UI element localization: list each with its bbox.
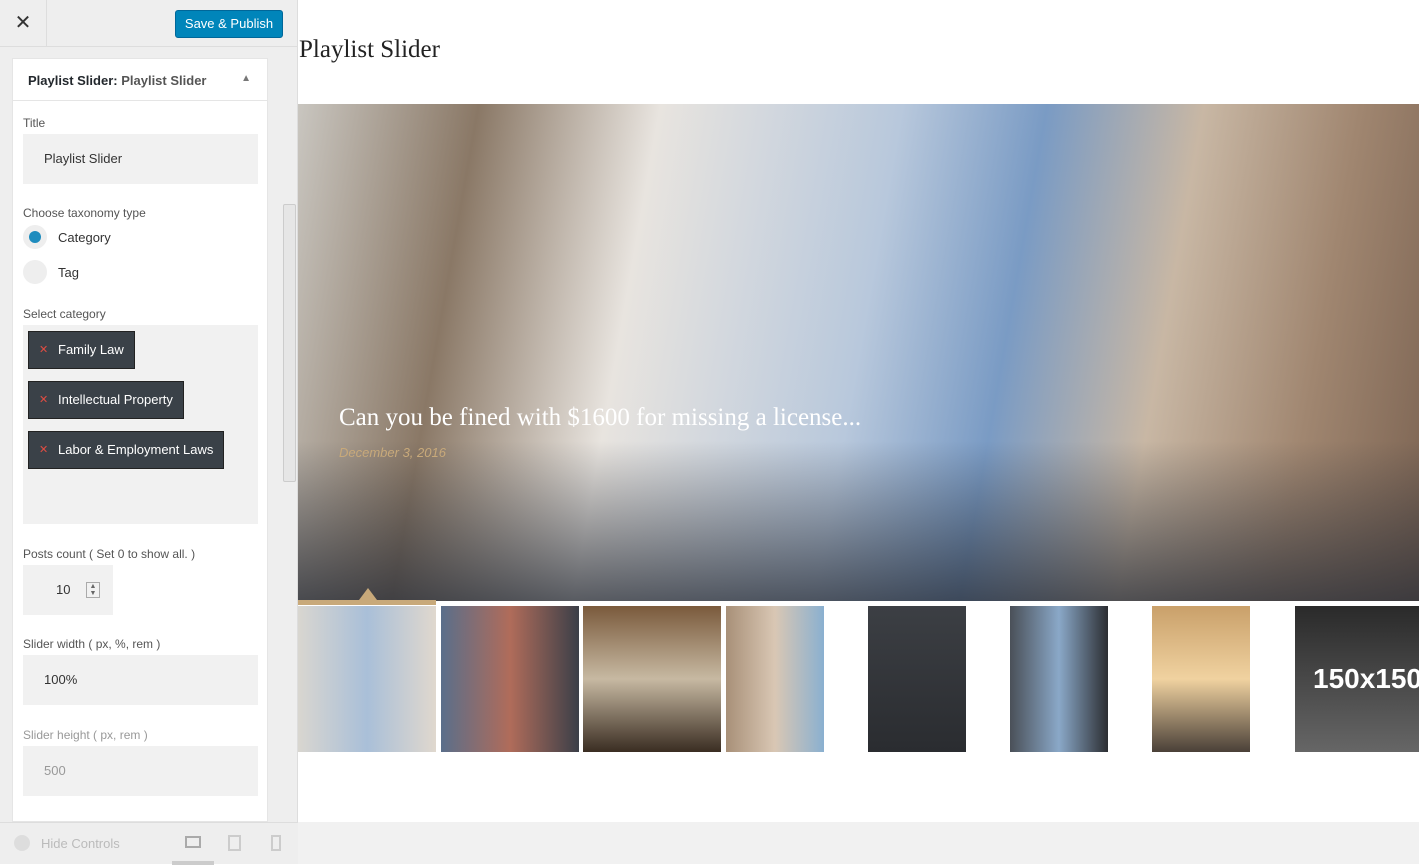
taxonomy-label: Choose taxonomy type [23, 206, 146, 220]
slide-date: December 3, 2016 [339, 445, 446, 460]
thumbnail[interactable] [441, 606, 579, 752]
active-device-indicator [172, 861, 214, 865]
remove-icon[interactable]: ✕ [39, 332, 48, 368]
widget-name: Playlist Slider [121, 73, 207, 88]
scrollbar[interactable] [283, 204, 296, 482]
hide-controls-button[interactable]: Hide Controls [41, 836, 120, 851]
active-thumb-pointer [359, 588, 377, 600]
preview-footer [298, 822, 1419, 864]
posts-count-value: 10 [56, 582, 71, 597]
widget-panel: Playlist Slider: Playlist Slider ▲ Title… [12, 58, 268, 822]
active-thumb-bar [298, 600, 436, 605]
category-tag: ✕ Labor & Employment Laws [28, 431, 225, 469]
radio-category-label: Category [58, 230, 111, 245]
slide-image[interactable] [298, 104, 1419, 601]
site-preview: Playlist Slider Can you be fined with $1… [298, 0, 1419, 864]
spinner-icon[interactable]: ▲ ▼ [86, 582, 100, 598]
thumbnail-placeholder[interactable]: 150x150 [1295, 606, 1419, 752]
customizer-header: ✕ Save & Publish [0, 0, 298, 47]
widget-header[interactable]: Playlist Slider: Playlist Slider ▲ [13, 59, 267, 101]
radio-category[interactable] [23, 225, 47, 249]
posts-count-input[interactable]: 10 ▲ ▼ [23, 565, 113, 615]
remove-icon[interactable]: ✕ [39, 382, 48, 418]
save-publish-button[interactable]: Save & Publish [175, 10, 283, 38]
category-label: Select category [23, 307, 106, 321]
slide-title[interactable]: Can you be fined with $1600 for missing … [339, 404, 861, 432]
width-input[interactable]: 100% [23, 655, 258, 705]
footer-controls: Hide Controls [0, 822, 298, 865]
width-label: Slider width ( px, %, rem ) [23, 637, 161, 651]
thumbnail[interactable] [583, 606, 721, 752]
title-input[interactable]: Playlist Slider [23, 134, 258, 184]
category-tag-label: Labor & Employment Laws [58, 442, 214, 457]
collapse-arrow-icon[interactable]: ▲ [241, 73, 251, 84]
customizer-sidebar: ✕ Save & Publish Playlist Slider: Playli… [0, 0, 298, 865]
radio-tag[interactable] [23, 260, 47, 284]
tablet-preview-icon[interactable] [228, 835, 241, 851]
widget-type: Playlist Slider: [28, 73, 118, 88]
radio-tag-label: Tag [58, 265, 79, 280]
close-icon[interactable]: ✕ [0, 0, 47, 47]
hide-controls-icon[interactable] [14, 835, 30, 851]
posts-count-label: Posts count ( Set 0 to show all. ) [23, 547, 196, 561]
category-tag: ✕ Intellectual Property [28, 381, 184, 419]
category-tag-label: Family Law [58, 342, 124, 357]
remove-icon[interactable]: ✕ [39, 432, 48, 468]
height-input[interactable]: 500 [23, 746, 258, 796]
thumbnail[interactable] [298, 606, 436, 752]
category-tag-label: Intellectual Property [58, 392, 173, 407]
height-label: Slider height ( px, rem ) [23, 728, 148, 742]
title-label: Title [23, 116, 46, 130]
desktop-preview-icon[interactable] [185, 836, 201, 848]
widget-title: Playlist Slider [299, 36, 440, 63]
thumbnail[interactable] [1010, 606, 1108, 752]
thumbnail[interactable] [868, 606, 966, 752]
mobile-preview-icon[interactable] [271, 835, 281, 851]
thumbnail[interactable] [1152, 606, 1250, 752]
category-tag: ✕ Family Law [28, 331, 135, 369]
thumbnail[interactable] [726, 606, 824, 752]
slide-overlay [298, 441, 1419, 601]
